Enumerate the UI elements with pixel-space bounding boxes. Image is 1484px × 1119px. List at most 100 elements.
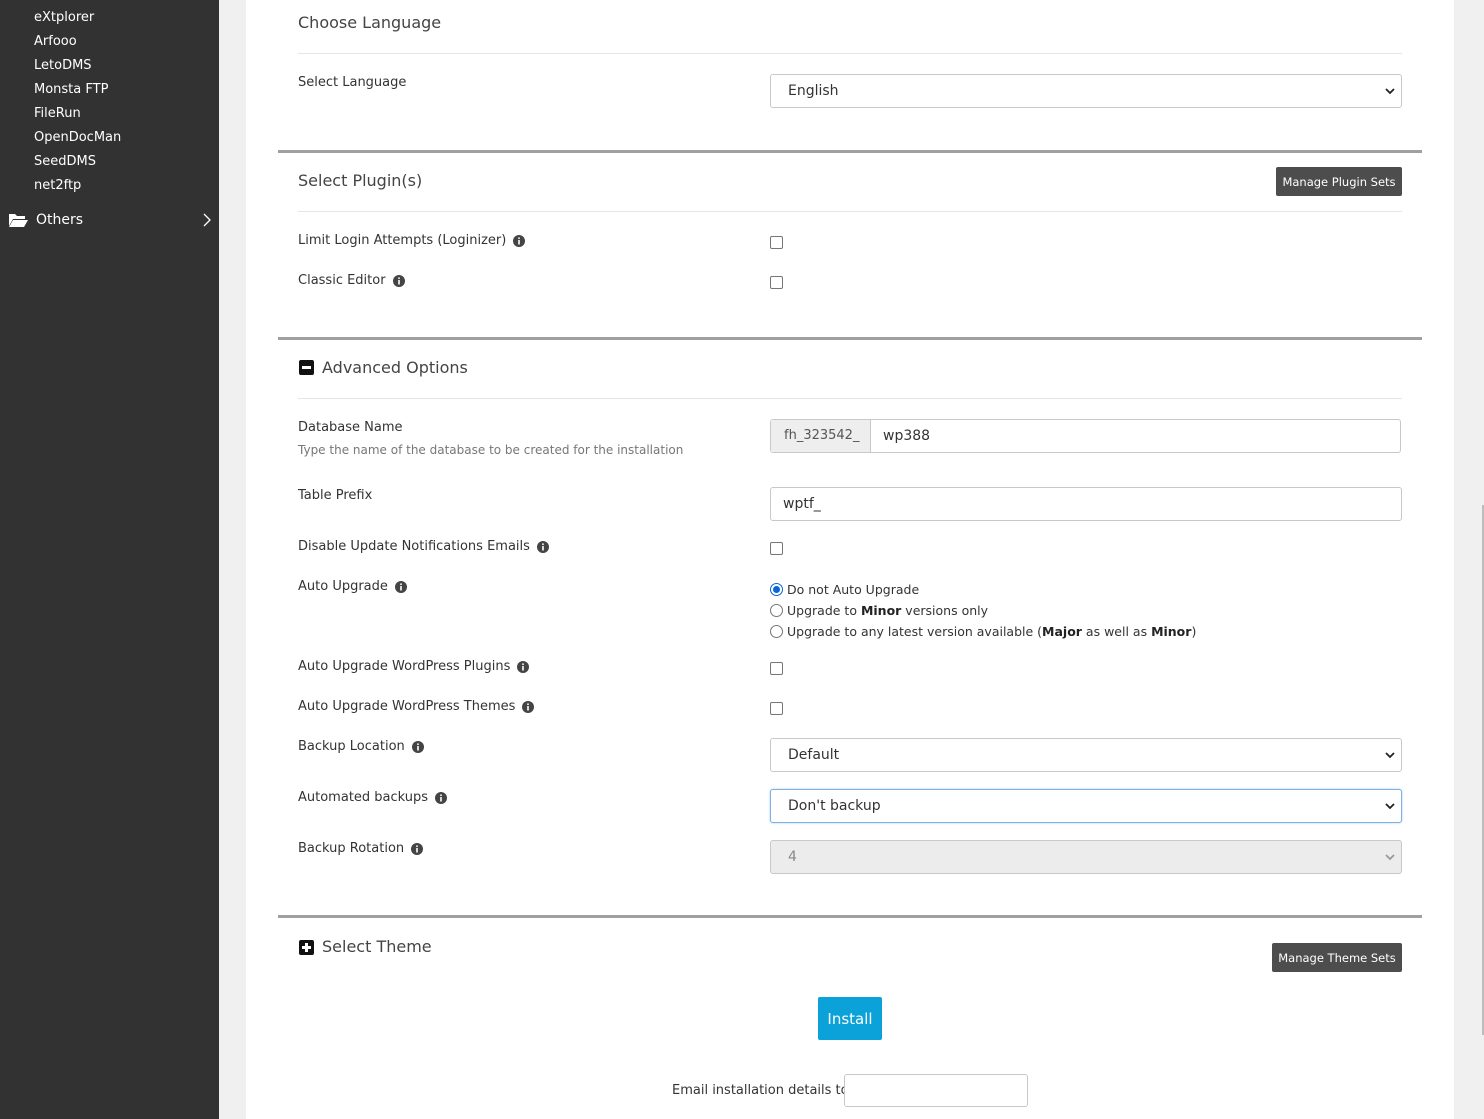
manage-plugin-sets-button[interactable]: Manage Plugin Sets <box>1276 167 1402 196</box>
divider <box>298 398 1402 399</box>
info-icon[interactable] <box>411 740 424 753</box>
database-prefix-addon: fh_323542_ <box>771 420 871 452</box>
plugin-loginizer-label-text: Limit Login Attempts (Loginizer) <box>298 233 507 248</box>
expand-icon[interactable] <box>299 940 314 955</box>
language-select-value: English <box>788 83 839 99</box>
info-icon[interactable] <box>522 700 535 713</box>
sidebar-item-letodms[interactable]: LetoDMS <box>34 58 92 73</box>
info-icon[interactable] <box>435 791 448 804</box>
automated-backups-label-text: Automated backups <box>298 790 429 805</box>
backup-rotation-label: Backup Rotation <box>298 841 424 856</box>
section-separator <box>278 915 1422 918</box>
plugin-loginizer-label: Limit Login Attempts (Loginizer) <box>298 233 526 248</box>
database-name-field[interactable]: fh_323542_ wp388 <box>770 419 1401 453</box>
auto-upgrade-option-none-text: Do not Auto Upgrade <box>787 582 920 597</box>
radio-button[interactable] <box>770 604 783 617</box>
option-text: as well as <box>1081 624 1152 639</box>
chevron-right-icon <box>203 213 211 227</box>
option-text-bold: Minor <box>1151 624 1192 639</box>
auto-upgrade-option-none[interactable]: Do not Auto Upgrade <box>770 582 919 597</box>
email-details-label: Email installation details to : <box>672 1083 858 1098</box>
option-text: ) <box>1191 624 1197 639</box>
sidebar-item-others-label: Others <box>36 212 84 228</box>
folder-open-icon <box>9 214 28 227</box>
automated-backups-value: Don't backup <box>788 798 881 814</box>
auto-upgrade-themes-checkbox[interactable] <box>770 702 783 715</box>
info-icon[interactable] <box>517 660 530 673</box>
radio-button[interactable] <box>770 583 783 596</box>
sidebar-item-arfooo[interactable]: Arfooo <box>34 34 77 49</box>
auto-upgrade-plugins-checkbox[interactable] <box>770 662 783 675</box>
chevron-down-icon <box>1385 88 1395 95</box>
backup-rotation-label-text: Backup Rotation <box>298 841 405 856</box>
database-name-help: Type the name of the database to be crea… <box>298 443 684 457</box>
backup-location-label-text: Backup Location <box>298 739 405 754</box>
automated-backups-label: Automated backups <box>298 790 448 805</box>
backup-rotation-value: 4 <box>788 849 797 865</box>
table-prefix-label: Table Prefix <box>298 488 372 503</box>
info-icon[interactable] <box>394 580 407 593</box>
collapse-icon[interactable] <box>299 360 314 375</box>
auto-upgrade-label: Auto Upgrade <box>298 579 407 594</box>
info-icon[interactable] <box>392 274 405 287</box>
select-plugins-title: Select Plugin(s) <box>298 171 423 190</box>
disable-update-emails-label-text: Disable Update Notifications Emails <box>298 539 530 554</box>
info-icon[interactable] <box>536 540 549 553</box>
auto-upgrade-themes-label-text: Auto Upgrade WordPress Themes <box>298 699 516 714</box>
auto-upgrade-plugins-label: Auto Upgrade WordPress Plugins <box>298 659 530 674</box>
plugin-classic-editor-label-text: Classic Editor <box>298 273 386 288</box>
auto-upgrade-themes-label: Auto Upgrade WordPress Themes <box>298 699 535 714</box>
sidebar-item-others[interactable]: Others <box>8 209 214 231</box>
database-name-label: Database Name <box>298 420 403 435</box>
backup-location-select[interactable]: Default <box>770 738 1402 772</box>
plugin-loginizer-checkbox[interactable] <box>770 236 783 249</box>
install-button[interactable]: Install <box>818 997 882 1040</box>
auto-upgrade-label-text: Auto Upgrade <box>298 579 388 594</box>
select-theme-title[interactable]: Select Theme <box>322 937 432 956</box>
choose-language-title: Choose Language <box>298 13 442 32</box>
chevron-down-icon <box>1385 854 1395 861</box>
table-prefix-label-text: Table Prefix <box>298 488 373 503</box>
info-icon[interactable] <box>411 842 424 855</box>
disable-update-emails-label: Disable Update Notifications Emails <box>298 539 549 554</box>
plugin-classic-editor-label: Classic Editor <box>298 273 405 288</box>
backup-location-value: Default <box>788 747 840 763</box>
database-name-label-text: Database Name <box>298 420 403 435</box>
table-prefix-input[interactable]: wptf_ <box>770 487 1402 521</box>
backup-location-label: Backup Location <box>298 739 424 754</box>
select-language-label: Select Language <box>298 75 406 90</box>
option-text-bold: Minor <box>860 603 902 618</box>
chevron-down-icon <box>1385 752 1395 759</box>
manage-theme-sets-button[interactable]: Manage Theme Sets <box>1272 943 1402 972</box>
sidebar-item-extplorer[interactable]: eXtplorer <box>34 10 94 25</box>
backup-rotation-select[interactable]: 4 <box>770 840 1402 874</box>
auto-upgrade-plugins-label-text: Auto Upgrade WordPress Plugins <box>298 659 511 674</box>
select-language-label-text: Select Language <box>298 75 407 90</box>
advanced-options-title[interactable]: Advanced Options <box>322 358 468 377</box>
automated-backups-select[interactable]: Don't backup <box>770 789 1402 823</box>
chevron-down-icon <box>1385 803 1395 810</box>
auto-upgrade-option-minor[interactable]: Upgrade to Minor versions only <box>770 603 988 618</box>
sidebar-item-seeddms[interactable]: SeedDMS <box>34 154 96 169</box>
option-text: versions only <box>901 603 989 618</box>
section-separator <box>278 150 1422 153</box>
option-text: Upgrade to any latest version available … <box>787 624 1043 639</box>
sidebar-item-opendocman[interactable]: OpenDocMan <box>34 130 121 145</box>
radio-button[interactable] <box>770 625 783 638</box>
option-text: Upgrade to <box>787 603 861 618</box>
section-separator <box>278 337 1422 340</box>
divider <box>298 211 1402 212</box>
sidebar-item-filerun[interactable]: FileRun <box>34 106 81 121</box>
language-select[interactable]: English <box>770 74 1402 108</box>
info-icon[interactable] <box>513 234 526 247</box>
sidebar: eXtplorer Arfooo LetoDMS Monsta FTP File… <box>0 0 219 1119</box>
email-details-input[interactable] <box>844 1074 1028 1107</box>
sidebar-item-monsta-ftp[interactable]: Monsta FTP <box>34 82 108 97</box>
auto-upgrade-option-major[interactable]: Upgrade to any latest version available … <box>770 624 1196 639</box>
divider <box>298 53 1402 54</box>
sidebar-item-net2ftp[interactable]: net2ftp <box>34 178 81 193</box>
option-text-bold: Major <box>1042 624 1082 639</box>
database-name-input[interactable]: wp388 <box>871 420 942 452</box>
disable-update-emails-checkbox[interactable] <box>770 542 783 555</box>
plugin-classic-editor-checkbox[interactable] <box>770 276 783 289</box>
